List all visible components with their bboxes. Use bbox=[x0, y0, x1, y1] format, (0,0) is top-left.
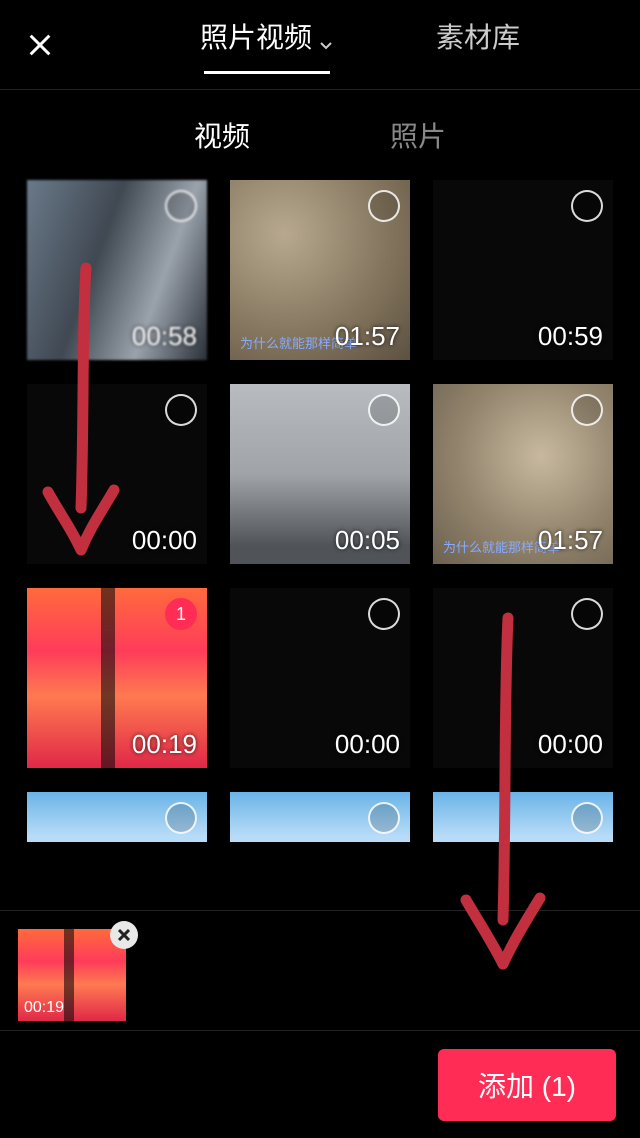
duration-label: 00:00 bbox=[538, 729, 603, 760]
duration-label: 00:00 bbox=[132, 525, 197, 556]
select-circle[interactable] bbox=[368, 598, 400, 630]
media-thumb[interactable]: 1 00:19 bbox=[27, 588, 207, 768]
add-button[interactable]: 添加 (1) bbox=[438, 1049, 616, 1121]
media-thumb[interactable]: 为什么就能那样简单 01:57 bbox=[230, 180, 410, 360]
chevron-down-icon bbox=[318, 28, 334, 44]
select-circle[interactable] bbox=[165, 802, 197, 834]
media-thumb[interactable]: 为什么就能那样简单 01:57 bbox=[433, 384, 613, 564]
media-thumb[interactable] bbox=[27, 792, 207, 842]
remove-button[interactable] bbox=[110, 921, 138, 949]
media-thumb[interactable]: 00:00 bbox=[27, 384, 207, 564]
media-thumb[interactable]: 00:05 bbox=[230, 384, 410, 564]
media-thumb[interactable] bbox=[433, 792, 613, 842]
media-thumb[interactable]: 00:00 bbox=[230, 588, 410, 768]
duration-label: 01:57 bbox=[538, 525, 603, 556]
duration-label: 01:57 bbox=[335, 321, 400, 352]
tray-item[interactable]: 00:19 bbox=[18, 921, 138, 1021]
select-circle[interactable] bbox=[571, 802, 603, 834]
select-circle[interactable] bbox=[368, 802, 400, 834]
header-tabs: 照片视频 素材库 bbox=[80, 16, 640, 74]
select-circle[interactable] bbox=[165, 190, 197, 222]
media-thumb[interactable]: 00:59 bbox=[433, 180, 613, 360]
close-button[interactable] bbox=[0, 31, 80, 59]
tab-label: 照片视频 bbox=[200, 16, 312, 56]
tab-label: 素材库 bbox=[436, 16, 520, 56]
header: 照片视频 素材库 bbox=[0, 0, 640, 90]
media-grid: 00:58 为什么就能那样简单 01:57 00:59 00:00 00:05 … bbox=[0, 180, 640, 842]
media-thumb[interactable] bbox=[230, 792, 410, 842]
select-circle[interactable] bbox=[368, 394, 400, 426]
media-thumb[interactable]: 00:00 bbox=[433, 588, 613, 768]
duration-label: 00:19 bbox=[132, 729, 197, 760]
tray-duration: 00:19 bbox=[24, 999, 64, 1017]
duration-label: 00:00 bbox=[335, 729, 400, 760]
tab-photos-videos[interactable]: 照片视频 bbox=[194, 16, 340, 74]
select-circle[interactable] bbox=[571, 394, 603, 426]
footer: 添加 (1) bbox=[0, 1030, 640, 1138]
selection-tray: 00:19 bbox=[0, 910, 640, 1030]
subtab-photo[interactable]: 照片 bbox=[390, 115, 446, 155]
select-circle[interactable] bbox=[368, 190, 400, 222]
duration-label: 00:05 bbox=[335, 525, 400, 556]
close-icon bbox=[26, 31, 54, 59]
subtab-video[interactable]: 视频 bbox=[194, 115, 250, 155]
duration-label: 00:58 bbox=[132, 321, 197, 352]
select-circle[interactable] bbox=[165, 394, 197, 426]
duration-label: 00:59 bbox=[538, 321, 603, 352]
media-thumb[interactable]: 00:58 bbox=[27, 180, 207, 360]
subtabs: 视频 照片 bbox=[0, 90, 640, 180]
select-circle[interactable] bbox=[571, 598, 603, 630]
close-icon bbox=[117, 928, 131, 942]
select-circle[interactable] bbox=[571, 190, 603, 222]
tab-material-library[interactable]: 素材库 bbox=[430, 16, 526, 74]
select-circle-selected[interactable]: 1 bbox=[165, 598, 197, 630]
